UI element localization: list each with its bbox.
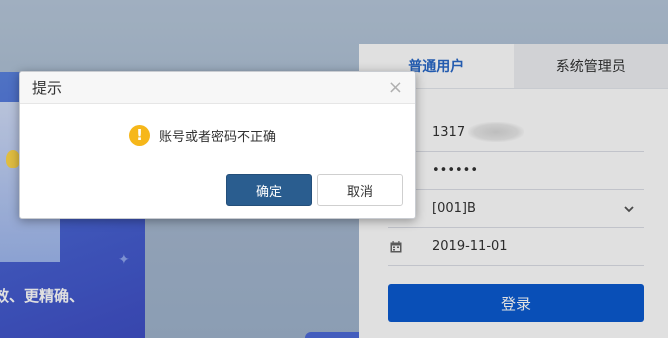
- dialog-header: 提示 ×: [20, 72, 415, 104]
- cancel-button[interactable]: 取消: [317, 174, 403, 206]
- warning-icon: !: [128, 124, 150, 146]
- confirm-button[interactable]: 确定: [226, 174, 312, 206]
- alert-dialog: 提示 × ! 账号或者密码不正确 确定 取消: [19, 71, 416, 219]
- close-icon[interactable]: ×: [388, 79, 403, 97]
- dialog-message: 账号或者密码不正确: [158, 129, 276, 145]
- dialog-body: ! 账号或者密码不正确: [20, 122, 415, 148]
- dialog-title: 提示: [32, 79, 63, 97]
